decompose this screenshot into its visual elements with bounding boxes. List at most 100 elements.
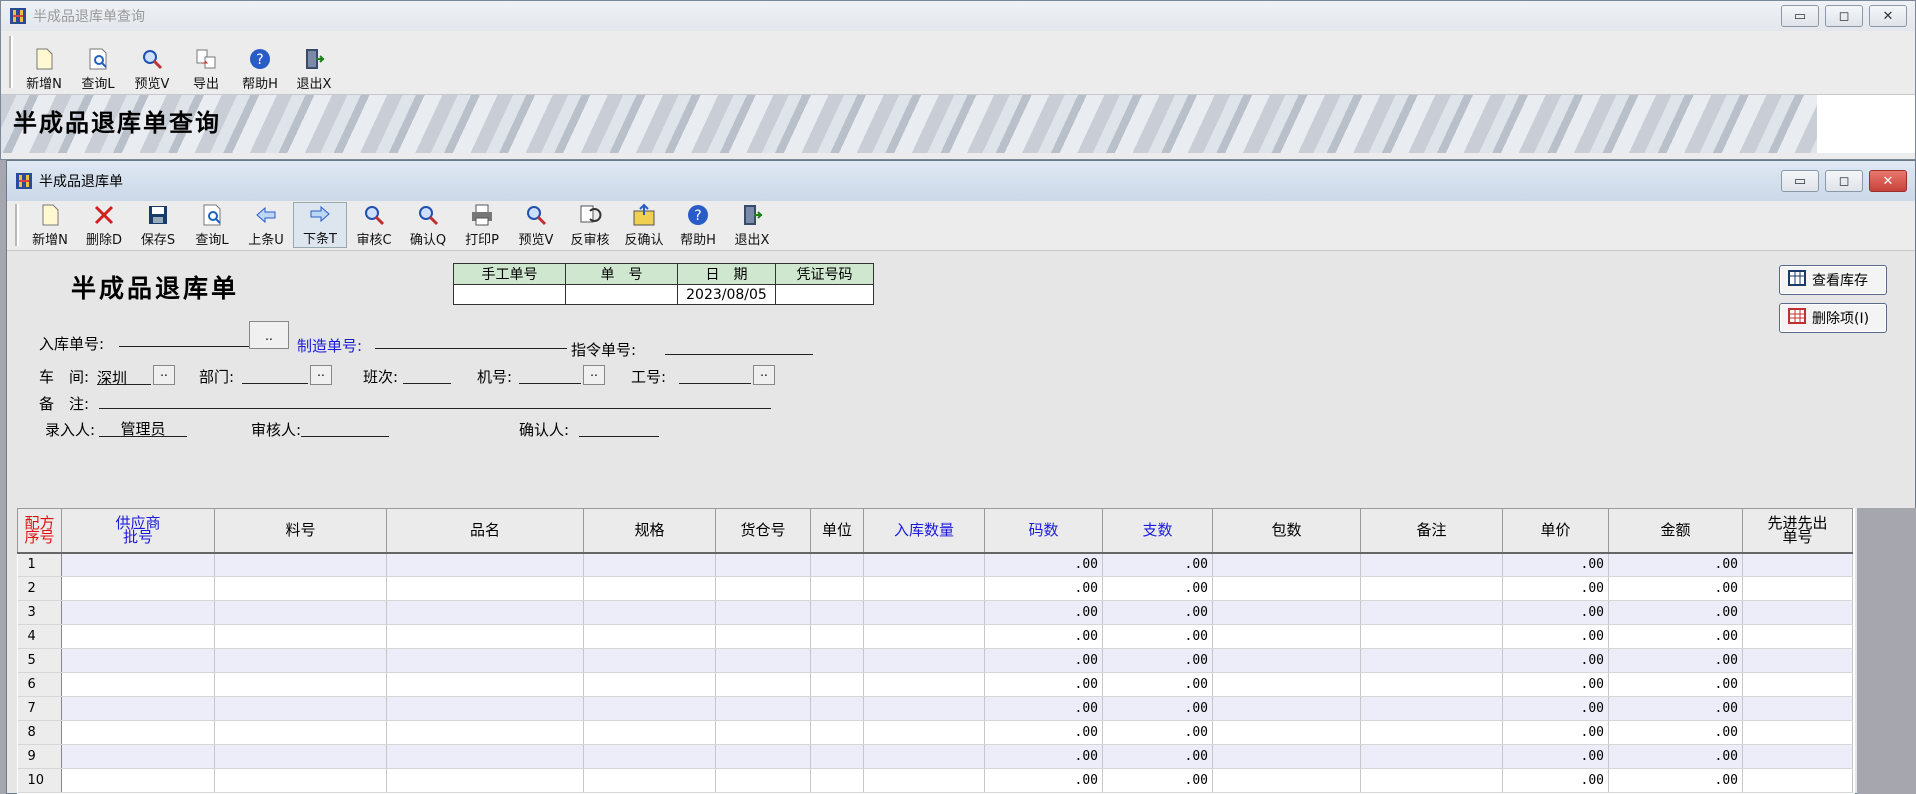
grid-cell[interactable] bbox=[715, 624, 811, 649]
grid-cell[interactable] bbox=[715, 600, 811, 625]
close-button[interactable]: ✕ bbox=[1869, 170, 1907, 192]
grid-cell[interactable] bbox=[61, 600, 215, 625]
amount-cell[interactable]: .00 bbox=[1608, 648, 1743, 673]
table-row[interactable]: 8.00.00.00.00 bbox=[17, 720, 1853, 745]
pieces-cell[interactable]: .00 bbox=[1102, 600, 1213, 625]
yards-cell[interactable]: .00 bbox=[984, 624, 1103, 649]
machine-no-lookup-button[interactable]: .. bbox=[583, 365, 605, 385]
column-header[interactable]: 先进先出 单号 bbox=[1742, 508, 1853, 554]
column-header[interactable]: 单价 bbox=[1502, 508, 1609, 554]
grid-cell[interactable] bbox=[61, 576, 215, 601]
column-header[interactable]: 规格 bbox=[583, 508, 716, 554]
machine-no-field[interactable] bbox=[519, 364, 581, 384]
grid-cell[interactable] bbox=[61, 624, 215, 649]
workshop-lookup-button[interactable]: .. bbox=[153, 365, 175, 385]
grid-cell[interactable] bbox=[583, 744, 716, 769]
grid-cell[interactable] bbox=[61, 552, 215, 577]
grid-cell[interactable] bbox=[214, 696, 387, 721]
confirmed-by-field[interactable] bbox=[579, 417, 659, 437]
column-header[interactable]: 金额 bbox=[1608, 508, 1743, 554]
shift-field[interactable] bbox=[403, 364, 451, 384]
grid-cell[interactable] bbox=[863, 768, 985, 793]
column-header[interactable]: 单位 bbox=[810, 508, 864, 554]
pieces-cell[interactable]: .00 bbox=[1102, 552, 1213, 577]
grid-cell[interactable] bbox=[863, 600, 985, 625]
preview-button[interactable]: 预览V bbox=[509, 202, 563, 248]
column-header[interactable]: 供应商 批号 bbox=[61, 508, 215, 554]
yards-cell[interactable]: .00 bbox=[984, 552, 1103, 577]
grid-cell[interactable] bbox=[810, 768, 864, 793]
query-button[interactable]: 查询L bbox=[71, 46, 125, 92]
column-header[interactable]: 包数 bbox=[1212, 508, 1361, 554]
grid-cell[interactable] bbox=[583, 696, 716, 721]
column-header[interactable]: 入库数量 bbox=[863, 508, 985, 554]
grid-cell[interactable] bbox=[386, 744, 584, 769]
grid-cell[interactable] bbox=[810, 744, 864, 769]
column-header[interactable]: 货仓号 bbox=[715, 508, 811, 554]
delete-item-button[interactable]: 删除项(I) bbox=[1779, 303, 1887, 333]
grid-cell[interactable] bbox=[863, 672, 985, 697]
table-row[interactable]: 7.00.00.00.00 bbox=[17, 696, 1853, 721]
grid-cell[interactable] bbox=[1742, 696, 1853, 721]
amount-cell[interactable]: .00 bbox=[1608, 720, 1743, 745]
pieces-cell[interactable]: .00 bbox=[1102, 648, 1213, 673]
grid-cell[interactable] bbox=[386, 696, 584, 721]
unit-price-cell[interactable]: .00 bbox=[1502, 624, 1609, 649]
grid-cell[interactable] bbox=[1212, 744, 1361, 769]
grid-cell[interactable] bbox=[214, 768, 387, 793]
grid-cell[interactable] bbox=[386, 552, 584, 577]
table-row[interactable]: 4.00.00.00.00 bbox=[17, 624, 1853, 649]
grid-cell[interactable] bbox=[715, 744, 811, 769]
grid-cell[interactable] bbox=[1360, 624, 1503, 649]
preview-button[interactable]: 预览V bbox=[125, 46, 179, 92]
unit-price-cell[interactable]: .00 bbox=[1502, 696, 1609, 721]
grid-cell[interactable] bbox=[1360, 720, 1503, 745]
table-row[interactable]: 9.00.00.00.00 bbox=[17, 744, 1853, 769]
grid-cell[interactable] bbox=[1212, 720, 1361, 745]
workshop-field[interactable]: 深圳 bbox=[97, 365, 151, 387]
grid-cell[interactable] bbox=[1212, 576, 1361, 601]
grid-cell[interactable] bbox=[1742, 576, 1853, 601]
voucher-no-field[interactable] bbox=[775, 284, 874, 305]
grid-cell[interactable] bbox=[61, 744, 215, 769]
grid-cell[interactable] bbox=[583, 576, 716, 601]
amount-cell[interactable]: .00 bbox=[1608, 600, 1743, 625]
grid-cell[interactable] bbox=[1212, 696, 1361, 721]
pieces-cell[interactable]: .00 bbox=[1102, 768, 1213, 793]
audited-by-field[interactable] bbox=[301, 417, 389, 437]
grid-cell[interactable] bbox=[583, 720, 716, 745]
grid-cell[interactable] bbox=[810, 600, 864, 625]
grid-cell[interactable] bbox=[386, 648, 584, 673]
unit-price-cell[interactable]: .00 bbox=[1502, 768, 1609, 793]
column-header[interactable]: 支数 bbox=[1102, 508, 1213, 554]
grid-cell[interactable] bbox=[214, 624, 387, 649]
grid-cell[interactable] bbox=[1212, 624, 1361, 649]
yards-cell[interactable]: .00 bbox=[984, 720, 1103, 745]
check-stock-button[interactable]: 查看库存 bbox=[1779, 265, 1887, 295]
grid-cell[interactable] bbox=[214, 576, 387, 601]
pieces-cell[interactable]: .00 bbox=[1102, 576, 1213, 601]
audit-button[interactable]: 审核C bbox=[347, 202, 401, 248]
column-header[interactable]: 料号 bbox=[214, 508, 387, 554]
close-button[interactable]: ✕ bbox=[1869, 5, 1907, 27]
grid-cell[interactable] bbox=[810, 696, 864, 721]
amount-cell[interactable]: .00 bbox=[1608, 696, 1743, 721]
prev-record-button[interactable]: 上条U bbox=[239, 202, 293, 248]
unit-price-cell[interactable]: .00 bbox=[1502, 576, 1609, 601]
grid-cell[interactable] bbox=[1742, 744, 1853, 769]
grid-cell[interactable] bbox=[863, 648, 985, 673]
amount-cell[interactable]: .00 bbox=[1608, 624, 1743, 649]
yards-cell[interactable]: .00 bbox=[984, 768, 1103, 793]
amount-cell[interactable]: .00 bbox=[1608, 672, 1743, 697]
grid-cell[interactable] bbox=[214, 552, 387, 577]
manual-no-field[interactable] bbox=[453, 284, 566, 305]
grid-cell[interactable] bbox=[810, 672, 864, 697]
next-record-button[interactable]: 下条T bbox=[293, 202, 347, 248]
grid-cell[interactable] bbox=[61, 720, 215, 745]
unit-price-cell[interactable]: .00 bbox=[1502, 600, 1609, 625]
export-button[interactable]: 导出 bbox=[179, 46, 233, 92]
unit-price-cell[interactable]: .00 bbox=[1502, 552, 1609, 577]
grid-cell[interactable] bbox=[386, 576, 584, 601]
grid-cell[interactable] bbox=[386, 768, 584, 793]
help-button[interactable]: ? 帮助H bbox=[233, 46, 287, 92]
